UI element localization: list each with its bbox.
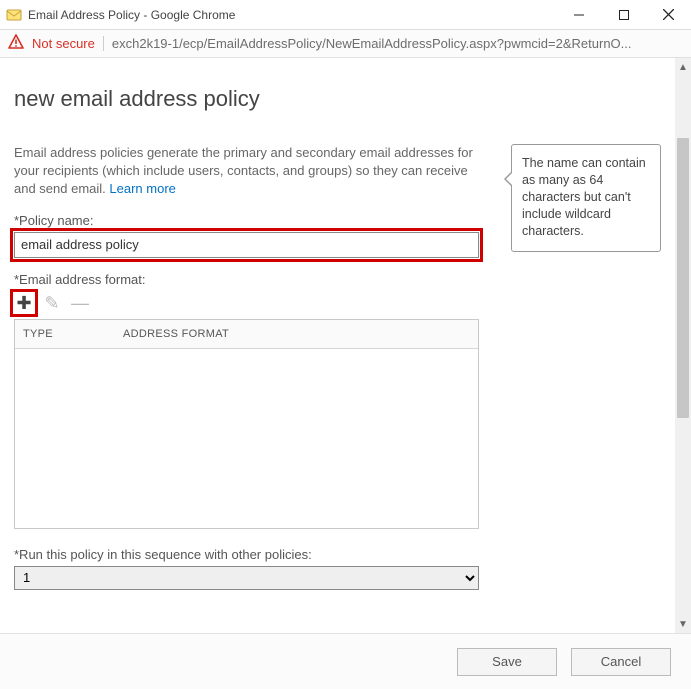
scroll-track[interactable] [675,76,691,615]
help-tooltip: The name can contain as many as 64 chara… [511,144,661,252]
security-status[interactable]: Not secure [32,36,104,51]
email-format-label: *Email address format: [14,272,491,287]
app-icon [6,7,22,23]
scroll-up-arrow[interactable]: ▲ [675,58,691,76]
scroll-thumb[interactable] [677,138,689,418]
window-close-button[interactable] [646,0,691,30]
scroll-down-arrow[interactable]: ▼ [675,615,691,633]
remove-format-button[interactable]: — [70,293,90,313]
edit-format-button[interactable]: ✎ [42,293,62,313]
browser-address-bar: Not secure exch2k19-1/ecp/EmailAddressPo… [0,30,691,58]
policy-name-label: *Policy name: [14,213,491,228]
intro-body: Email address policies generate the prim… [14,145,473,196]
tooltip-text: The name can contain as many as 64 chara… [522,156,646,238]
grid-col-type: TYPE [15,320,115,348]
warning-icon [8,34,24,54]
dialog-footer: Save Cancel [0,633,691,689]
url-text[interactable]: exch2k19-1/ecp/EmailAddressPolicy/NewEma… [112,36,683,51]
format-toolbar: ✚ ✎ — [14,293,491,313]
dialog-content: new email address policy Email address p… [0,58,675,633]
sequence-label: *Run this policy in this sequence with o… [14,547,491,562]
save-button[interactable]: Save [457,648,557,676]
vertical-scrollbar[interactable]: ▲ ▼ [675,58,691,633]
minus-icon: — [71,294,89,312]
intro-text: Email address policies generate the prim… [14,144,491,199]
plus-icon: ✚ [16,294,31,312]
window-minimize-button[interactable] [556,0,601,30]
window-title: Email Address Policy - Google Chrome [28,8,556,22]
pencil-icon: ✎ [44,294,59,312]
add-format-button[interactable]: ✚ [14,293,34,313]
window-titlebar: Email Address Policy - Google Chrome [0,0,691,30]
learn-more-link[interactable]: Learn more [109,181,175,196]
policy-name-input[interactable] [14,232,479,258]
window-maximize-button[interactable] [601,0,646,30]
cancel-button[interactable]: Cancel [571,648,671,676]
sequence-select[interactable]: 1 [14,566,479,590]
page-title: new email address policy [14,86,661,112]
grid-col-format: ADDRESS FORMAT [115,320,478,348]
grid-header: TYPE ADDRESS FORMAT [15,320,478,349]
format-grid: TYPE ADDRESS FORMAT [14,319,479,529]
